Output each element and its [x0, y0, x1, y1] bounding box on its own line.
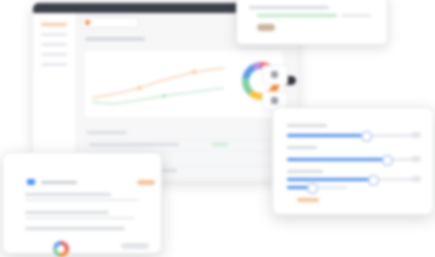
chart-point — [137, 86, 141, 90]
slider-fill — [287, 178, 372, 181]
badge-icon — [27, 179, 35, 185]
notification-progress — [257, 14, 337, 17]
status-badge — [137, 180, 155, 185]
sidebar-item[interactable] — [41, 53, 67, 56]
slider-value-chip — [411, 132, 421, 138]
list-item-sub — [25, 217, 135, 219]
slider-fill — [287, 134, 365, 137]
slider-label — [287, 124, 327, 127]
chart-point — [192, 70, 196, 74]
stat-card[interactable] — [262, 65, 288, 85]
card-title — [41, 181, 77, 184]
slider-fill — [287, 158, 386, 161]
browser-tab[interactable] — [81, 17, 139, 28]
row-text — [87, 131, 127, 134]
slider-value-chip — [411, 176, 421, 182]
list-item-sub — [25, 199, 139, 201]
scene — [0, 0, 435, 257]
status-badge — [211, 142, 229, 147]
slider-handle[interactable] — [361, 131, 372, 142]
row-text — [89, 143, 179, 146]
panel-link[interactable] — [297, 198, 319, 202]
sidebar-item[interactable] — [41, 63, 67, 66]
sidebar-item[interactable] — [41, 43, 67, 46]
table-row[interactable] — [83, 139, 283, 152]
slider-label — [287, 170, 323, 173]
slider-value-chip — [411, 156, 421, 162]
chart-line-orange — [91, 67, 225, 99]
page-title — [85, 37, 145, 41]
chart-point — [162, 94, 166, 98]
slider-track[interactable] — [287, 183, 347, 194]
mini-donut-chart — [53, 241, 69, 257]
sidebar-item[interactable] — [41, 33, 67, 36]
list-item[interactable] — [25, 193, 111, 196]
analytics-card — [83, 49, 296, 119]
notification-card — [236, 0, 388, 45]
list-item[interactable] — [25, 211, 109, 214]
stat-icon — [271, 97, 278, 104]
card-footer-chip[interactable] — [121, 243, 149, 249]
slider-handle[interactable] — [307, 183, 318, 194]
sidebar-item-active[interactable] — [41, 23, 67, 26]
slider-panel — [272, 107, 434, 215]
slider-handle[interactable] — [367, 175, 379, 186]
line-chart — [91, 67, 225, 105]
notification-button[interactable] — [257, 24, 275, 31]
notification-title — [249, 6, 329, 9]
notification-meta — [341, 14, 371, 17]
slider-label — [287, 146, 317, 149]
chart-line-green — [91, 87, 225, 105]
slider-track[interactable] — [287, 155, 417, 166]
slider-handle[interactable] — [381, 155, 393, 166]
list-item[interactable] — [25, 227, 125, 230]
stat-icon — [271, 71, 278, 78]
slider-track[interactable] — [287, 175, 417, 186]
task-card — [2, 152, 162, 257]
slider-track[interactable] — [287, 131, 417, 142]
tab-favicon-icon — [85, 20, 90, 25]
